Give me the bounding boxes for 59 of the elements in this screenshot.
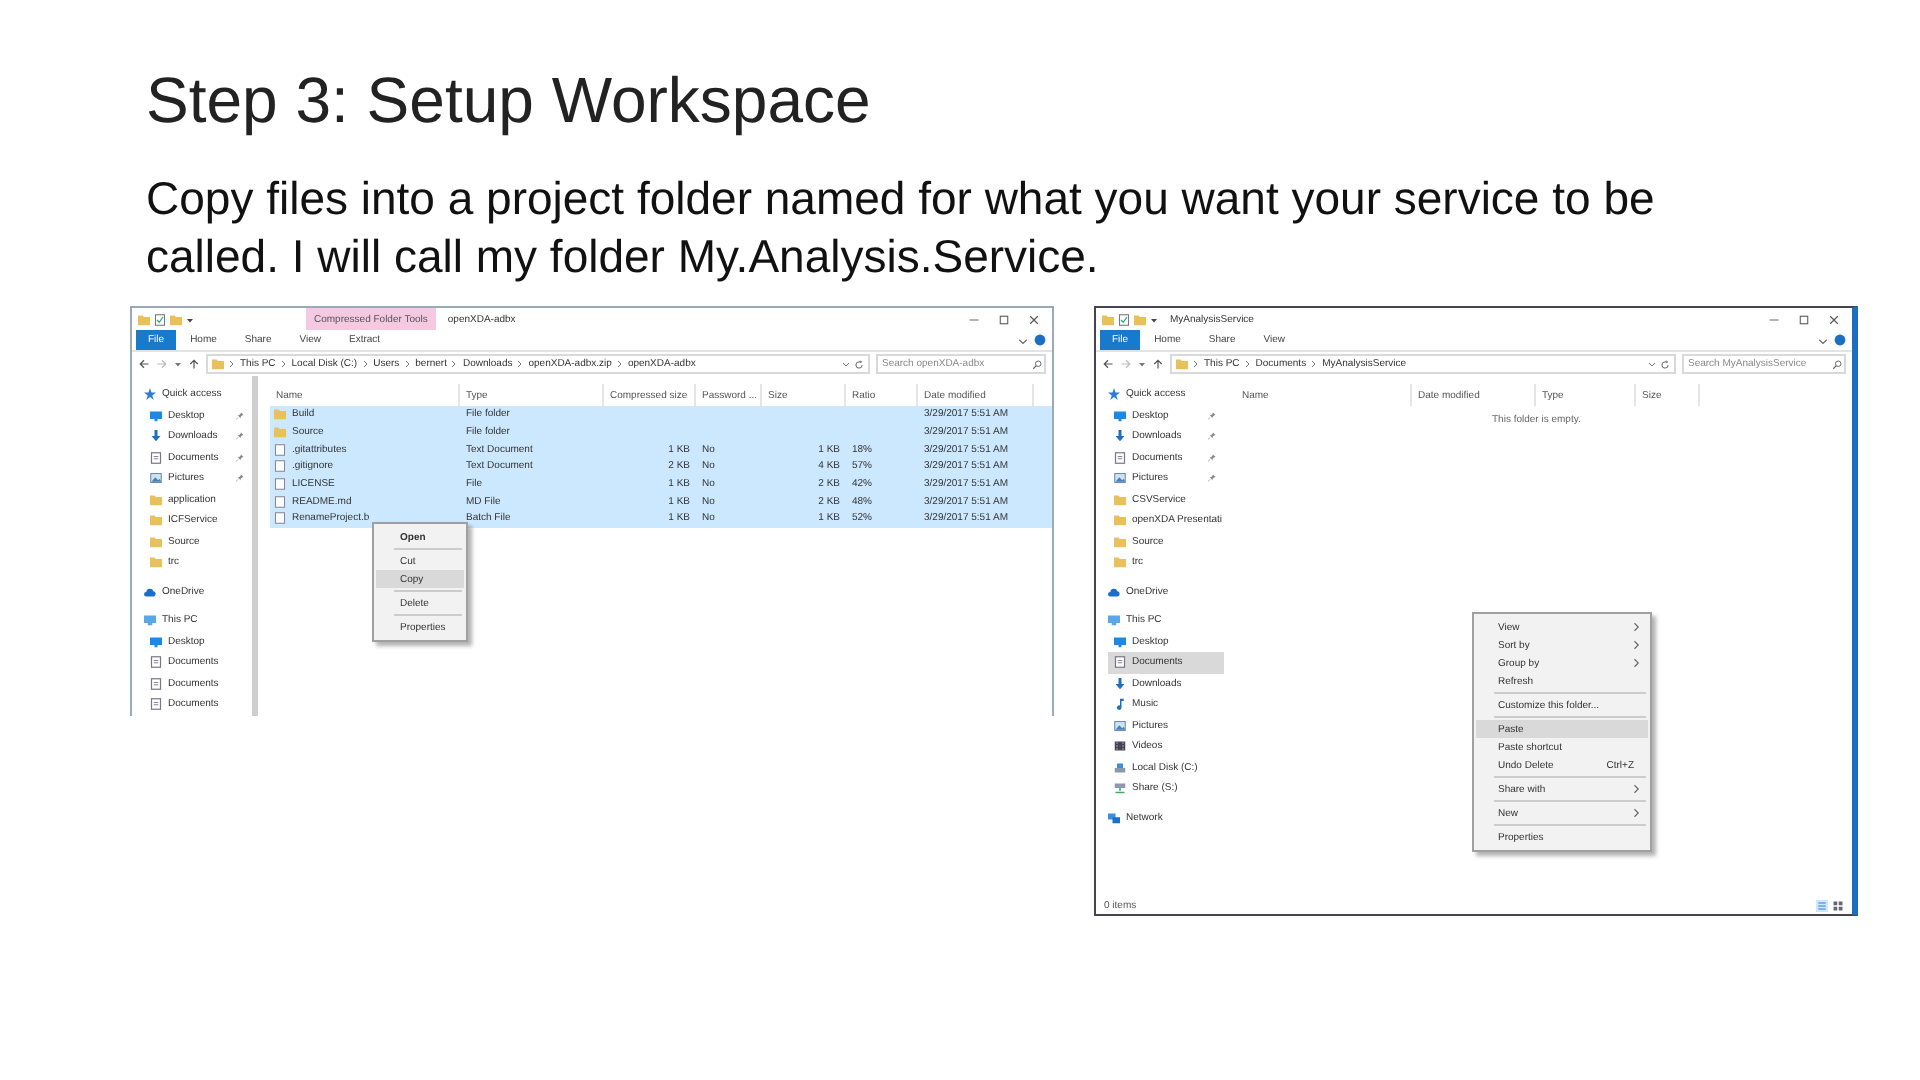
- caret-down-icon[interactable]: [1138, 360, 1146, 368]
- document-icon: [150, 451, 162, 464]
- monitor-icon: [1114, 635, 1126, 648]
- down-arrow-icon: [1114, 677, 1126, 690]
- star-icon: [1108, 388, 1120, 401]
- music-note-icon: [1114, 698, 1126, 711]
- document-icon: [150, 656, 162, 669]
- document-icon: [1114, 451, 1126, 464]
- refresh-icon[interactable]: [1660, 359, 1670, 369]
- down-arrow-icon: [1114, 430, 1126, 443]
- monitor-icon: [1114, 409, 1126, 422]
- picture-icon: [150, 472, 162, 485]
- close-icon[interactable]: [1028, 313, 1040, 325]
- search-icon: [1032, 359, 1042, 369]
- chevron-down-icon[interactable]: [1818, 335, 1828, 345]
- network-icon: [1108, 811, 1120, 824]
- picture-icon: [1114, 719, 1126, 732]
- slide-title: Step 3: Setup Workspace: [146, 62, 871, 140]
- properties-icon[interactable]: [154, 313, 166, 325]
- star-icon: [144, 388, 156, 401]
- monitor-icon: [150, 635, 162, 648]
- chevron-down-icon[interactable]: [1018, 335, 1028, 345]
- large-icons-view-icon[interactable]: [1832, 899, 1844, 911]
- caret-down-icon[interactable]: [174, 360, 182, 368]
- folder-icon: [1102, 313, 1114, 325]
- folder-icon: [138, 313, 150, 325]
- caret-down-icon[interactable]: [1150, 315, 1158, 323]
- search-icon: [1832, 359, 1842, 369]
- cloud-icon: [144, 585, 156, 598]
- arrow-left-icon[interactable]: [1102, 358, 1114, 370]
- monitor-icon: [144, 614, 156, 627]
- document-icon: [150, 698, 162, 711]
- help-icon[interactable]: [1834, 334, 1846, 346]
- picture-icon: [1114, 472, 1126, 485]
- monitor-icon: [150, 409, 162, 422]
- document-icon: [150, 677, 162, 690]
- down-arrow-icon: [150, 430, 162, 443]
- arrow-up-icon[interactable]: [188, 358, 200, 370]
- help-icon[interactable]: [1034, 334, 1046, 346]
- monitor-icon: [1108, 614, 1120, 627]
- folder-icon: [1176, 358, 1188, 370]
- maximize-icon[interactable]: [998, 313, 1010, 325]
- maximize-icon[interactable]: [1798, 313, 1810, 325]
- close-icon[interactable]: [1828, 313, 1840, 325]
- arrow-up-icon[interactable]: [1152, 358, 1164, 370]
- document-icon: [1114, 656, 1126, 669]
- folder-icon: [212, 358, 224, 370]
- slide-body-text: Copy files into a project folder named for what you want your service to be called. I will call my folder My.Analysis.Service.: [146, 170, 1657, 286]
- film-icon: [1114, 740, 1126, 753]
- drive-icon: [1114, 761, 1126, 774]
- refresh-icon[interactable]: [854, 359, 864, 369]
- cloud-icon: [1108, 585, 1120, 598]
- network-drive-icon: [1114, 782, 1126, 795]
- folder-icon: [170, 313, 182, 325]
- arrow-left-icon[interactable]: [138, 358, 150, 370]
- scrollbar[interactable]: [252, 376, 258, 716]
- folder-icon: [1134, 313, 1146, 325]
- caret-down-icon[interactable]: [186, 315, 194, 323]
- properties-icon[interactable]: [1118, 313, 1130, 325]
